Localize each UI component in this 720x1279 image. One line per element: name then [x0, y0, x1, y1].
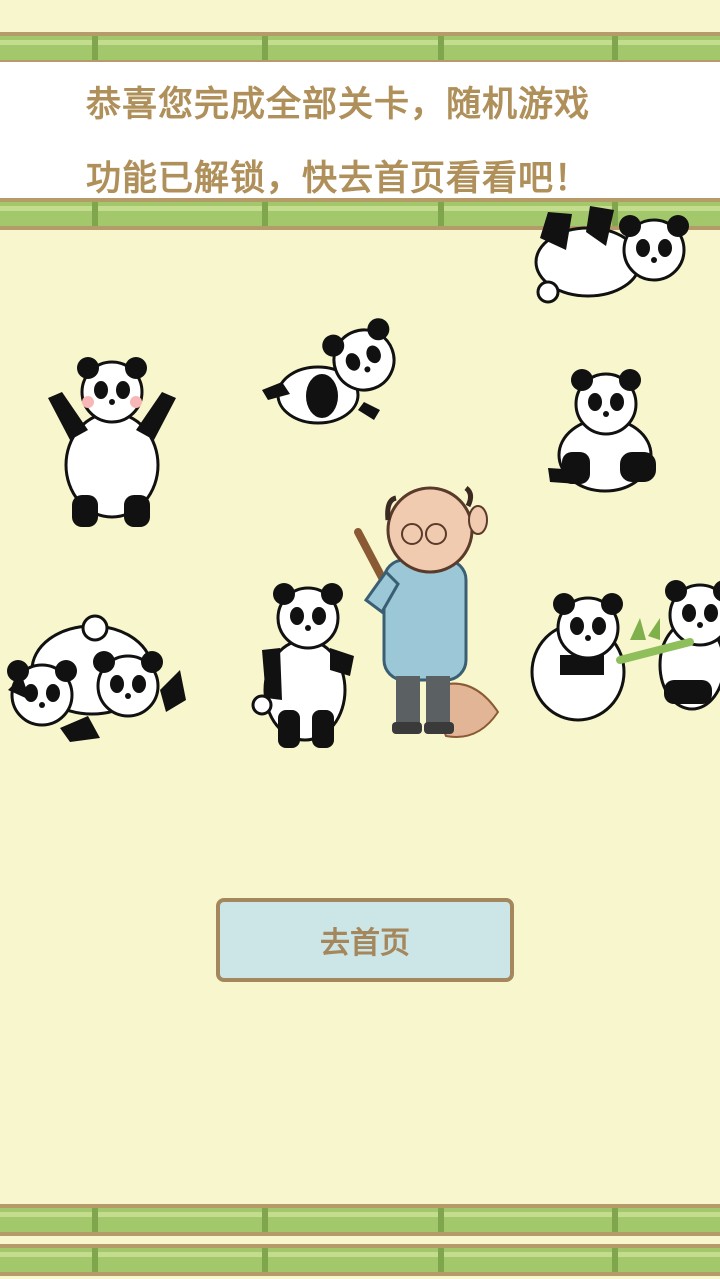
- panda-lying-middle: [262, 313, 409, 425]
- bamboo-border-bottom-upper: [0, 1204, 720, 1236]
- zookeeper-with-broom: [354, 486, 500, 738]
- panda-pile-left: [5, 614, 186, 742]
- bamboo-border-bottom-lower: [0, 1244, 720, 1276]
- panda-standing-center: [251, 581, 354, 748]
- panda-waving: [48, 355, 176, 527]
- game-complete-screen: 恭喜您完成全部关卡，随机游戏 功能已解锁，快去首页看看吧！ 去首页: [0, 0, 720, 1279]
- panda-scene-illustration: [5, 206, 720, 748]
- panda-sitting-right: [548, 367, 656, 493]
- pandas-with-bamboo: [530, 578, 720, 722]
- go-home-button[interactable]: 去首页: [216, 898, 514, 982]
- panda-rolling: [534, 206, 691, 304]
